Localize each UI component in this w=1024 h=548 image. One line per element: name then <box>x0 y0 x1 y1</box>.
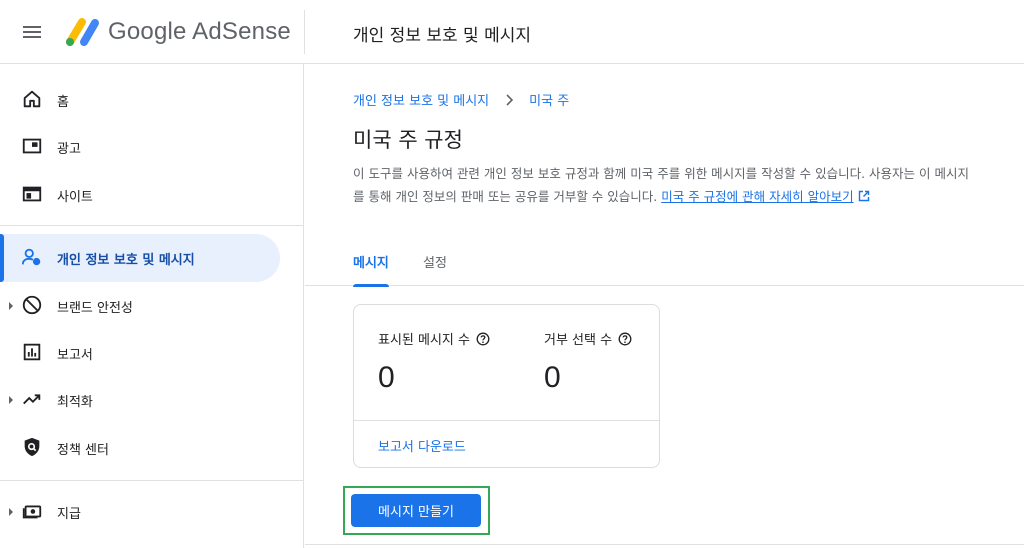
sidebar-divider <box>0 225 304 226</box>
sidebar-item-label: 브랜드 안전성 <box>57 300 133 316</box>
sites-icon <box>22 186 42 202</box>
tab-bar: 메시지 설정 <box>305 236 1024 287</box>
home-icon <box>23 90 41 108</box>
breadcrumb-link-privacy-messaging[interactable]: 개인 정보 보호 및 메시지 <box>353 90 489 109</box>
sidebar-item-label: 개인 정보 보호 및 메시지 <box>57 252 195 268</box>
reports-icon <box>23 343 41 361</box>
expand-caret-icon[interactable] <box>9 302 13 310</box>
stat-value: 0 <box>544 361 561 394</box>
header-divider <box>304 10 305 54</box>
learn-more-link[interactable]: 미국 주 규정에 관해 자세히 알아보기 <box>661 189 853 204</box>
card-divider <box>354 420 659 421</box>
stat-label: 거부 선택 수 <box>544 329 632 348</box>
sidebar-item-optimization[interactable]: 최적화 <box>0 376 280 424</box>
open-in-new-icon[interactable] <box>858 190 870 202</box>
sidebar-item-home[interactable]: 홈 <box>0 76 280 124</box>
stats-card: 표시된 메시지 수 0 거부 선택 수 0 보고서 다운로드 <box>353 304 660 468</box>
sidebar-item-label: 광고 <box>57 141 81 157</box>
trending-up-icon <box>23 394 41 405</box>
payments-icon <box>22 505 42 519</box>
ads-icon <box>22 138 42 154</box>
privacy-icon <box>21 248 41 266</box>
sidebar-item-brand-safety[interactable]: 브랜드 안전성 <box>0 282 280 330</box>
sidebar-divider <box>0 480 304 481</box>
expand-caret-icon[interactable] <box>9 508 13 516</box>
sidebar-item-payments[interactable]: 지급 <box>0 488 280 536</box>
expand-caret-icon[interactable] <box>9 396 13 404</box>
sidebar-item-label: 지급 <box>57 506 81 522</box>
sidebar-item-policy-center[interactable]: 정책 센터 <box>0 424 280 472</box>
content-divider <box>305 544 1024 545</box>
stat-opt-outs: 거부 선택 수 0 <box>544 329 632 395</box>
tab-settings[interactable]: 설정 <box>423 236 447 286</box>
page-description: 이 도구를 사용하여 관련 개인 정보 보호 규정과 함께 미국 주를 위한 메… <box>353 162 973 208</box>
sidebar-item-label: 사이트 <box>57 189 93 205</box>
stat-label-text: 거부 선택 수 <box>544 333 613 348</box>
tab-messages[interactable]: 메시지 <box>353 236 389 287</box>
chevron-right-icon <box>506 93 514 106</box>
help-icon[interactable] <box>618 332 632 346</box>
adsense-logo-icon <box>66 18 99 46</box>
create-message-highlight: 메시지 만들기 <box>343 486 490 535</box>
help-icon[interactable] <box>476 332 490 346</box>
breadcrumb-link-us-states[interactable]: 미국 주 <box>529 90 569 109</box>
block-icon <box>22 295 42 315</box>
sidebar-item-label: 정책 센터 <box>57 442 109 458</box>
header-page-title: 개인 정보 보호 및 메시지 <box>353 26 532 46</box>
download-report-link[interactable]: 보고서 다운로드 <box>378 436 466 455</box>
main-content: 개인 정보 보호 및 메시지 미국 주 미국 주 규정 이 도구를 사용하여 관… <box>305 64 1024 548</box>
sidebar-item-label: 최적화 <box>57 394 93 410</box>
stat-value: 0 <box>378 361 395 394</box>
sidebar-item-sites[interactable]: 사이트 <box>0 171 280 219</box>
sidebar-item-label: 홈 <box>57 94 69 110</box>
stat-label-text: 표시된 메시지 수 <box>378 333 470 348</box>
create-message-button[interactable]: 메시지 만들기 <box>351 494 481 527</box>
menu-icon[interactable] <box>20 20 44 44</box>
brand-name: Google AdSense <box>108 18 291 45</box>
sidebar: 홈 광고 사이트 개인 정보 보호 및 메시지 브랜드 안전성 보고서 최적화 … <box>0 64 304 548</box>
sidebar-item-label: 보고서 <box>57 347 93 363</box>
stat-messages-shown: 표시된 메시지 수 0 <box>378 329 490 395</box>
stat-label: 표시된 메시지 수 <box>378 329 490 348</box>
policy-shield-icon <box>24 437 40 457</box>
sidebar-item-ads[interactable]: 광고 <box>0 123 280 171</box>
breadcrumb: 개인 정보 보호 및 메시지 미국 주 <box>353 90 569 109</box>
sidebar-item-privacy-messaging[interactable]: 개인 정보 보호 및 메시지 <box>0 234 280 282</box>
page-title: 미국 주 규정 <box>353 128 463 152</box>
sidebar-item-reports[interactable]: 보고서 <box>0 329 280 377</box>
top-app-bar: Google AdSense 개인 정보 보호 및 메시지 <box>0 0 1024 64</box>
